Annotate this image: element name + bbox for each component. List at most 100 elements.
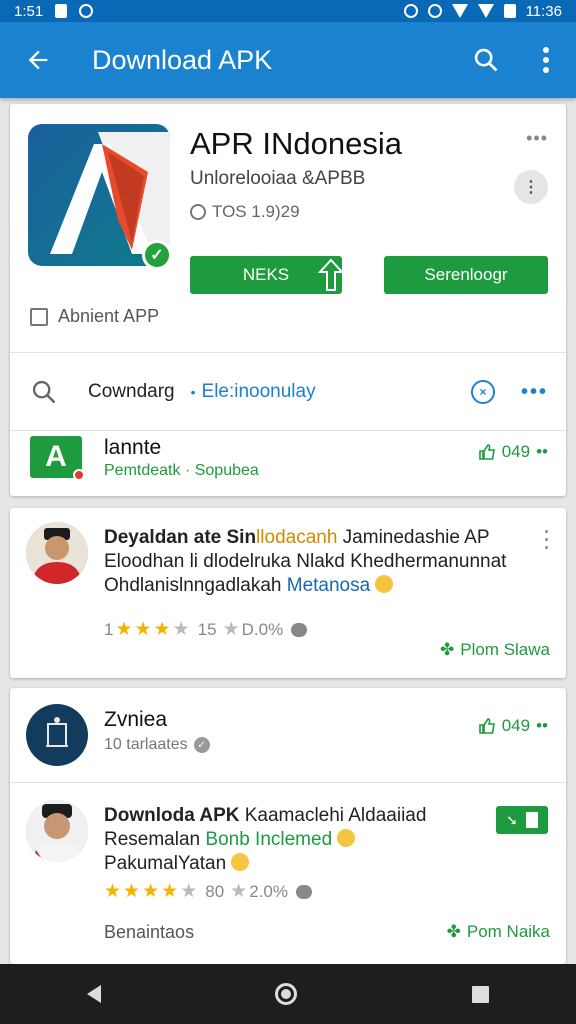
review-action-label: Pom Naika: [466, 922, 550, 941]
star-icon: ★: [142, 881, 160, 902]
ambient-app-row[interactable]: Abnient APP: [30, 306, 159, 327]
secondary-action-button[interactable]: Serenloogr: [384, 256, 548, 294]
review-highlight: llodacanh: [256, 527, 338, 548]
result-subtitle: Pemtdeatk · Sopubea: [104, 462, 259, 480]
channel-subtitle-text: 10 tarlaates: [104, 736, 188, 753]
ambient-label: Abnient APP: [58, 306, 160, 326]
pin-icon: ✤: [446, 922, 461, 941]
open-button[interactable]: ➘: [496, 806, 548, 834]
search-query[interactable]: Cowndarg: [88, 381, 175, 403]
emoji-icon: [231, 853, 250, 871]
review-action-link[interactable]: ✤ Plom Slawa: [440, 640, 550, 660]
grid-icon: [30, 307, 48, 326]
filter-chip[interactable]: Ele:inoonulay: [202, 381, 316, 403]
star-icon: ★: [134, 619, 152, 640]
avatar: [26, 522, 88, 584]
search-icon[interactable]: [456, 22, 516, 98]
review-text: Downloda APK Kaamaclehi Aldaaiiad Resema…: [104, 804, 482, 876]
channel-subtitle: 10 tarlaates ✓: [104, 736, 210, 754]
verified-badge-icon: ✓: [142, 240, 172, 270]
nav-back-icon[interactable]: [87, 985, 102, 1003]
review-footer-label: Benaintaos: [104, 922, 195, 942]
more-horizontal-icon[interactable]: •••: [521, 381, 548, 404]
more-vert-icon[interactable]: [516, 22, 576, 98]
divider: [10, 352, 566, 353]
channel-likes[interactable]: 049 ••: [478, 716, 548, 736]
channel-avatar: [26, 704, 88, 766]
emoji-icon: [375, 575, 394, 593]
list-item[interactable]: A lannte Pemtdeatk · Sopubea 049 ••: [10, 434, 566, 494]
review-line: Ohdlanislnngadlakah: [104, 575, 287, 596]
download-count-icon: [190, 204, 206, 220]
rating-count: 80: [205, 881, 225, 901]
review-line: Resemalan: [104, 829, 206, 850]
result-likes[interactable]: 049 ••: [478, 442, 548, 462]
rating-prefix: 1: [104, 619, 114, 639]
review-card: Deyaldan ate Sinllodacanh Jaminedashie A…: [10, 508, 566, 678]
star-icon: ★: [230, 881, 248, 902]
search-row: Cowndarg • Ele:inoonulay × •••: [10, 354, 566, 430]
comment-icon[interactable]: [295, 884, 312, 899]
comment-icon[interactable]: [291, 622, 308, 637]
review-rating: 1 ★ ★ ★ ★ 15 ★ D.0%: [104, 618, 308, 641]
result-title: lannte: [104, 436, 162, 459]
review-line: Eloodhan li dlodelruka Nlakd Khedhermanu…: [104, 551, 507, 572]
alarm-icon: [427, 4, 442, 18]
review-action-label: Plom Slawa: [460, 640, 550, 659]
app-detail-card: ✓ APR INdonesia Unlorelooiaa &APBB TOS 1…: [10, 104, 566, 496]
star-icon: ★: [115, 619, 133, 640]
page-title: Download APK: [92, 44, 273, 75]
back-arrow-icon[interactable]: [0, 22, 76, 98]
more-horizontal-icon[interactable]: ••: [536, 716, 548, 736]
status-bar: 1:51 11:36: [0, 0, 576, 22]
review-link[interactable]: Metanosa: [287, 575, 370, 596]
result-like-count: 049: [501, 442, 531, 461]
app-size-text: TOS 1.9)29: [212, 202, 300, 221]
search-icon[interactable]: [30, 378, 58, 406]
review-highlight: Bonb Inclemed: [205, 829, 333, 850]
thumbs-up-icon: [478, 718, 495, 734]
clear-icon[interactable]: ×: [470, 380, 495, 404]
star-icon: ★: [153, 619, 171, 640]
result-app-icon: A: [30, 436, 85, 481]
lock-icon: [79, 4, 94, 18]
avatar: [26, 800, 88, 862]
star-icon: ★: [161, 881, 179, 902]
rating-value: 2.0%: [249, 881, 288, 901]
more-horizontal-icon[interactable]: •••: [526, 128, 548, 149]
signal-icon: [477, 4, 494, 18]
app-developer[interactable]: Unlorelooiaa &APBB: [190, 168, 365, 190]
star-icon: ★: [123, 881, 141, 902]
result-category: Sopubea: [194, 462, 259, 479]
shield-icon: [55, 4, 68, 18]
review-line-rest: Jaminedashie AP: [337, 527, 490, 548]
review-action-link[interactable]: ✤ Pom Naika: [447, 922, 550, 942]
more-options-button[interactable]: ⋮: [514, 170, 548, 204]
wifi-icon: [451, 4, 468, 18]
channel-like-count: 049: [501, 716, 531, 735]
divider: [10, 782, 566, 783]
primary-action-label: NEKS: [242, 265, 290, 284]
divider: [10, 430, 566, 431]
app-bar: Download APK: [0, 22, 576, 98]
nav-recents-icon[interactable]: [471, 985, 489, 1003]
more-horizontal-icon[interactable]: ••: [536, 442, 548, 462]
separator-dot: •: [190, 384, 196, 400]
star-icon: ★: [180, 881, 198, 902]
nav-home-icon[interactable]: [275, 983, 298, 1005]
channel-name[interactable]: Zvniea: [104, 708, 167, 732]
more-vert-icon[interactable]: · · ·: [542, 523, 552, 557]
download-arrow-icon: [317, 258, 345, 291]
review-line: PakumalYatan: [104, 853, 227, 874]
arrow-icon: ➘: [506, 811, 518, 828]
star-icon: ★: [222, 619, 240, 640]
star-icon: ★: [104, 881, 122, 902]
result-publisher: Pemtdeatk: [104, 462, 181, 479]
app-name: APR INdonesia: [190, 126, 402, 161]
star-icon: ★: [172, 619, 190, 640]
emoji-icon: [337, 829, 356, 847]
review-lead: Downloda APK: [104, 805, 240, 826]
status-clock: 11:36: [525, 2, 562, 20]
primary-action-button[interactable]: NEKS: [190, 256, 345, 294]
rating-value: D.0%: [241, 619, 284, 639]
